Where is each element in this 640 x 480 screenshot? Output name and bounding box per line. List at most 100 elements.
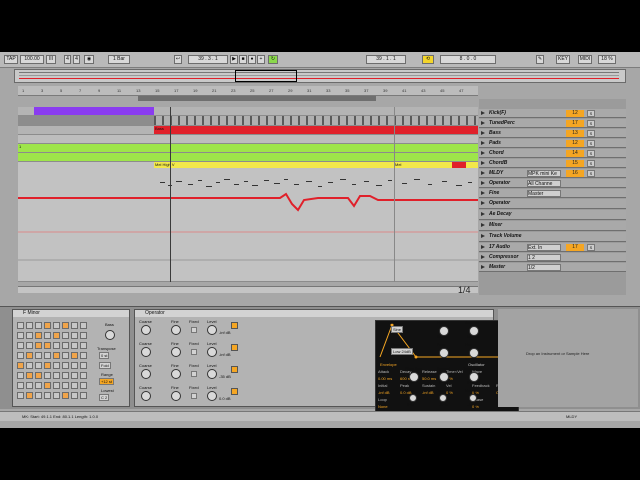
drum-pad[interactable] bbox=[53, 352, 60, 359]
drum-pad[interactable] bbox=[62, 372, 69, 379]
arrangement-view[interactable]: Bass 1 Mel High V Mel bbox=[18, 107, 478, 282]
drum-pad[interactable] bbox=[35, 372, 42, 379]
drum-pad[interactable] bbox=[35, 362, 42, 369]
drum-pad[interactable] bbox=[26, 362, 33, 369]
track-header[interactable]: Pads 12 S bbox=[479, 139, 626, 148]
track-io[interactable]: Master bbox=[527, 190, 561, 197]
track-io[interactable]: All Channe bbox=[527, 180, 561, 187]
track-header[interactable]: Ae Decay bbox=[479, 210, 626, 220]
track-fold-icon[interactable] bbox=[481, 181, 485, 185]
meter-denominator[interactable]: 4 bbox=[73, 55, 80, 64]
drum-pad[interactable] bbox=[44, 392, 51, 399]
env-sustain-val[interactable]: -inf dB bbox=[422, 390, 434, 395]
level-value[interactable]: -inf dB bbox=[219, 352, 231, 357]
fine-knob[interactable] bbox=[171, 325, 181, 335]
track-header[interactable]: TunedPerc 17 S bbox=[479, 119, 626, 128]
amount-knob[interactable] bbox=[469, 326, 479, 336]
tone-knob[interactable] bbox=[439, 394, 447, 402]
envelope-tab[interactable]: Envelope bbox=[380, 362, 397, 367]
track-fold-icon[interactable] bbox=[481, 212, 485, 216]
drum-pad[interactable] bbox=[71, 382, 78, 389]
coarse-knob[interactable] bbox=[141, 325, 151, 335]
operator-title[interactable]: Operator bbox=[135, 310, 493, 317]
solo-button[interactable]: S bbox=[587, 110, 595, 117]
drum-pad[interactable] bbox=[53, 372, 60, 379]
level-knob[interactable] bbox=[207, 369, 217, 379]
lowest-value[interactable]: C 2 bbox=[99, 394, 110, 401]
drum-pad[interactable] bbox=[71, 372, 78, 379]
volume-value[interactable]: -12 dB bbox=[467, 402, 479, 407]
drum-pad[interactable] bbox=[44, 372, 51, 379]
horizontal-scrollbar[interactable] bbox=[18, 286, 478, 293]
device-drop-area[interactable]: Drop an Instrument or Sample Here bbox=[498, 309, 638, 407]
track-io[interactable]: 1 2 bbox=[527, 254, 561, 261]
spread-knob[interactable] bbox=[439, 372, 449, 382]
transpose-value[interactable]: 0 st bbox=[99, 352, 110, 359]
drum-pad[interactable] bbox=[53, 332, 60, 339]
drum-pad[interactable] bbox=[26, 322, 33, 329]
track-activator[interactable]: 16 bbox=[566, 170, 584, 177]
fixed-checkbox[interactable] bbox=[191, 393, 197, 399]
level-knob[interactable] bbox=[207, 325, 217, 335]
solo-button[interactable]: S bbox=[587, 244, 595, 251]
drum-pad[interactable] bbox=[62, 342, 69, 349]
drum-pad[interactable] bbox=[35, 392, 42, 399]
pitch-env-knob[interactable] bbox=[409, 372, 419, 382]
level-value[interactable]: 0.0 dB bbox=[219, 396, 231, 401]
drum-pad[interactable] bbox=[80, 322, 87, 329]
track-header[interactable]: Chord 14 S bbox=[479, 149, 626, 158]
track-header[interactable]: 17 Audio Ext. In 17 S bbox=[479, 243, 626, 252]
track-fold-icon[interactable] bbox=[481, 265, 485, 269]
drum-pad[interactable] bbox=[17, 362, 24, 369]
drum-pad[interactable] bbox=[80, 342, 87, 349]
drum-pad[interactable] bbox=[53, 342, 60, 349]
drum-pad[interactable] bbox=[53, 362, 60, 369]
track-fold-icon[interactable] bbox=[481, 171, 485, 175]
track-io[interactable]: Ext. In bbox=[527, 244, 561, 251]
env-attack-val[interactable]: 0.00 ms bbox=[378, 376, 392, 381]
track-activator[interactable]: 17 bbox=[566, 120, 584, 127]
osc-toggle[interactable] bbox=[231, 344, 238, 351]
track-fold-icon[interactable] bbox=[481, 121, 485, 125]
drum-pad[interactable] bbox=[17, 322, 24, 329]
solo-button[interactable]: S bbox=[587, 120, 595, 127]
key-map-button[interactable]: KEY bbox=[556, 55, 570, 64]
level-knob[interactable] bbox=[207, 391, 217, 401]
drum-pad[interactable] bbox=[62, 382, 69, 389]
freq-knob[interactable] bbox=[439, 348, 449, 358]
fine-knob[interactable] bbox=[171, 369, 181, 379]
fine-knob[interactable] bbox=[171, 391, 181, 401]
drum-pad[interactable] bbox=[17, 332, 24, 339]
bass-knob[interactable] bbox=[105, 330, 115, 340]
drum-pad[interactable] bbox=[62, 392, 69, 399]
track-header[interactable]: MLDY MPK mini Ke 16 S bbox=[479, 169, 626, 178]
arrangement-overview[interactable] bbox=[14, 69, 626, 83]
drum-pad[interactable] bbox=[44, 342, 51, 349]
clip-kick[interactable] bbox=[34, 107, 154, 115]
clip-mldy-a[interactable]: Mel High V bbox=[154, 162, 394, 168]
drum-pad[interactable] bbox=[17, 342, 24, 349]
arrangement-position[interactable]: 39 . 3 . 1 bbox=[188, 55, 228, 64]
track-header[interactable]: Operator bbox=[479, 199, 626, 209]
drum-pad[interactable] bbox=[26, 342, 33, 349]
solo-button[interactable]: S bbox=[587, 140, 595, 147]
fixed-checkbox[interactable] bbox=[191, 327, 197, 333]
automation-arm-icon[interactable]: ↻ bbox=[268, 55, 278, 64]
track-fold-icon[interactable] bbox=[481, 234, 485, 238]
track-fold-icon[interactable] bbox=[481, 131, 485, 135]
loop-brace[interactable] bbox=[138, 96, 376, 101]
drum-pad[interactable] bbox=[17, 352, 24, 359]
env-vel-val[interactable]: 0 % bbox=[446, 390, 453, 395]
track-fold-icon[interactable] bbox=[481, 255, 485, 259]
drum-pad[interactable] bbox=[26, 382, 33, 389]
coarse-knob[interactable] bbox=[141, 391, 151, 401]
track-header[interactable]: Fine Master bbox=[479, 189, 626, 198]
solo-button[interactable]: S bbox=[587, 130, 595, 137]
loop-start-field[interactable]: 39 . 1 . 1 bbox=[366, 55, 406, 64]
track-header[interactable]: Kick(F) 12 S bbox=[479, 109, 626, 118]
fixed-checkbox[interactable] bbox=[191, 349, 197, 355]
env-release-val[interactable]: 50.0 ms bbox=[422, 376, 436, 381]
env-loop-val[interactable]: None bbox=[378, 404, 388, 409]
drum-pad[interactable] bbox=[35, 342, 42, 349]
track-activator[interactable]: 13 bbox=[566, 130, 584, 137]
